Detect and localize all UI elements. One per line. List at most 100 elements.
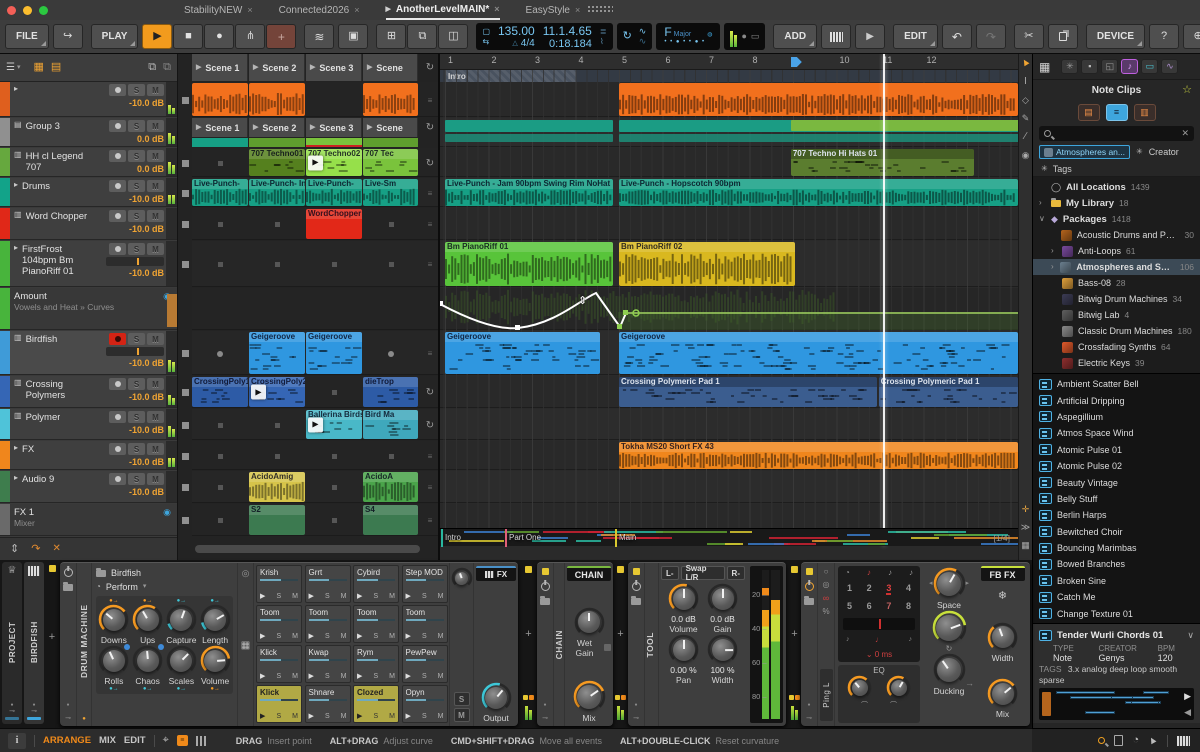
pad-solo[interactable]: S [325, 713, 330, 720]
mute-button[interactable]: M [147, 84, 164, 96]
browser-toggle-icon[interactable]: ≡ [177, 735, 188, 746]
pad-play-icon[interactable]: ▶ [309, 593, 314, 600]
empty-clip-slot[interactable] [192, 148, 248, 178]
row-refresh-icon[interactable]: ↻ [422, 409, 438, 441]
time-signature[interactable]: △4/4 [512, 38, 534, 49]
pad-solo[interactable]: S [276, 713, 281, 720]
track-volume[interactable]: -10.0 dB [129, 224, 164, 234]
filter-button-2[interactable]: ≡ [1106, 104, 1128, 121]
time-number-5[interactable]: 5 [847, 601, 852, 611]
pad-play-icon[interactable]: ▶ [357, 673, 362, 680]
group-strip[interactable] [306, 138, 362, 145]
time-number-6[interactable]: 6 [867, 601, 872, 611]
track-color-strip[interactable] [0, 409, 10, 439]
arm-button[interactable] [109, 443, 126, 455]
fb-fx-title[interactable]: FB FX [981, 566, 1025, 581]
knob-pan[interactable] [668, 634, 699, 665]
source-button-5[interactable]: ▭ [1141, 59, 1158, 74]
empty-clip-slot[interactable] [363, 331, 419, 376]
tool-button-l[interactable]: L- [661, 566, 679, 580]
playhead-flag[interactable] [791, 57, 802, 67]
pad-mute[interactable]: M [438, 633, 444, 640]
timeline-ruler[interactable]: 12345678101112 [440, 54, 1018, 70]
edit-menu-button[interactable]: EDIT [893, 24, 938, 49]
package-item[interactable]: Acoustic Drums and Percussion30 [1033, 227, 1200, 243]
project-tab-3[interactable]: ▶AnotherLevelMAIN*× [386, 0, 500, 20]
pad-grrt[interactable]: Grrt▶SM [305, 565, 351, 603]
pad-slider[interactable] [309, 579, 347, 581]
track-color-strip[interactable] [0, 288, 10, 329]
device-power-button[interactable] [805, 582, 814, 591]
dm-solo-button[interactable]: S [454, 692, 470, 706]
mute-button[interactable]: M [147, 120, 164, 132]
track-color-strip[interactable] [0, 331, 10, 374]
track-row-audio-0[interactable]: ▸SM-10.0 dB [0, 82, 177, 117]
pad-mute[interactable]: M [389, 673, 395, 680]
ping-mode-box[interactable]: Ping L [820, 669, 833, 721]
pad-mute[interactable]: M [438, 713, 444, 720]
mode-arrange[interactable]: ARRANGE [43, 735, 91, 746]
launcher-clip[interactable]: Geigeroove [249, 332, 305, 374]
solo-button[interactable]: S [128, 333, 145, 345]
arm-button[interactable] [109, 120, 126, 132]
grid-settings-icon[interactable]: ▦ [1021, 541, 1030, 550]
row-options-icon[interactable]: ≡ [422, 504, 438, 537]
result-item[interactable]: Berlin Harps [1033, 507, 1200, 523]
launcher-clip[interactable]: 707 Techno01 [249, 149, 305, 176]
launcher-clip[interactable]: Live-Punch- [306, 179, 362, 206]
tree-item-all-locations[interactable]: ◯All Locations1439 [1033, 179, 1200, 195]
tag[interactable]: analog [1082, 664, 1110, 674]
empty-clip-slot[interactable] [192, 241, 248, 288]
tab-close-icon[interactable]: × [575, 5, 580, 15]
pad-solo[interactable]: S [276, 673, 281, 680]
pad-play-icon[interactable]: ▶ [406, 633, 411, 640]
track-color-strip[interactable] [0, 178, 10, 206]
track-volume[interactable]: -10.0 dB [129, 425, 164, 435]
track-color-strip[interactable] [0, 118, 10, 146]
arm-button[interactable] [109, 210, 126, 222]
tag[interactable]: 3.x [1066, 664, 1082, 674]
tree-chevron-icon[interactable]: ∨ [1039, 215, 1046, 223]
help-button[interactable]: ? [1149, 24, 1179, 49]
track-color-strip[interactable] [0, 241, 10, 286]
track-volume[interactable]: -10.0 dB [129, 392, 164, 402]
pad-mute[interactable]: M [341, 673, 347, 680]
launcher-clip[interactable]: S2 [249, 505, 305, 535]
arranger-clip[interactable]: Crossing Polymeric Pad 1 [619, 377, 877, 407]
track-volume[interactable]: -10.0 dB [129, 487, 164, 497]
group-strip[interactable] [306, 145, 362, 147]
pad-slider[interactable] [309, 619, 347, 621]
empty-clip-slot[interactable] [306, 441, 362, 471]
time-grid[interactable]: ◔♪♪♪12345678♪♩♪⌄ 0 ms [838, 566, 920, 662]
eq-high-knob[interactable] [886, 675, 911, 700]
device-preset-folder-icon[interactable] [631, 598, 641, 605]
clip-stop-cell[interactable] [178, 331, 192, 376]
space-knob[interactable] [933, 567, 966, 600]
device-tab-project[interactable]: ♕PROJECT●⊸ [2, 562, 22, 724]
pad-mute[interactable]: M [389, 633, 395, 640]
pad-pewpew[interactable]: PewPew▶SM [402, 645, 448, 683]
empty-clip-slot[interactable] [192, 208, 248, 241]
clip-stop-cell[interactable] [178, 82, 192, 118]
preview-search-icon[interactable] [1098, 737, 1105, 744]
launcher-clip[interactable]: Live-Sm [363, 179, 418, 206]
arranger-view-icon[interactable]: ▤ [51, 62, 61, 73]
group-strip[interactable] [363, 138, 418, 147]
launcher-clip[interactable]: Geigeroove [306, 332, 362, 374]
section-label[interactable]: Main [619, 533, 636, 542]
pad-mute[interactable]: M [341, 633, 347, 640]
result-item[interactable]: Ambient Scatter Bell [1033, 376, 1200, 392]
scene-header-2[interactable]: ▶Scene 2 [249, 54, 305, 81]
ibeam-tool-icon[interactable]: I [1024, 77, 1027, 87]
track-row-drums[interactable]: ▸DrumsSM-10.0 dB [0, 178, 177, 207]
package-item[interactable]: Electric Keys39 [1033, 355, 1200, 371]
preset-caret-icon[interactable]: ▾ [143, 583, 147, 590]
record-button[interactable]: ● [204, 24, 234, 49]
solo-button[interactable]: S [128, 210, 145, 222]
tag[interactable]: sparse [1039, 675, 1065, 685]
cut-button[interactable]: ✂ [1014, 24, 1044, 49]
project-tab-1[interactable]: StabilityNEW× [184, 0, 253, 20]
delay-mode-2-icon[interactable]: ◎ [823, 581, 830, 589]
package-item[interactable]: Bitwig Drum Machines34 [1033, 291, 1200, 307]
arrangement-minimap[interactable]: IntroPart OneMain[1/4] [440, 528, 1018, 546]
